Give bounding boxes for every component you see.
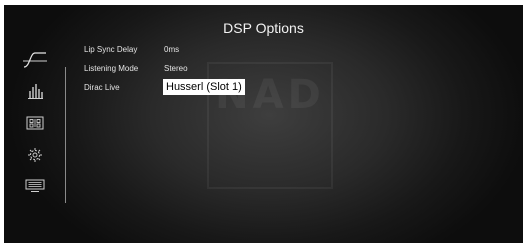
- setting-label: Dirac Live: [84, 83, 120, 92]
- nav-item-wave[interactable]: [22, 50, 48, 70]
- speaker-grid-icon: [26, 116, 44, 130]
- gear-icon: [28, 148, 42, 162]
- setting-label: Lip Sync Delay: [84, 45, 138, 54]
- sidebar: [4, 5, 74, 243]
- page-title: DSP Options: [223, 20, 304, 36]
- display-icon: [25, 179, 45, 192]
- nav-item-speakers[interactable]: [22, 113, 48, 133]
- nav-item-equalizer[interactable]: [22, 81, 48, 101]
- setting-value-selected[interactable]: Husserl (Slot 1): [163, 79, 245, 95]
- dsp-options-screen: NAD DSP Options Lip Sync Delay 0ms Liste…: [4, 5, 523, 243]
- equalizer-icon: [28, 84, 43, 99]
- setting-row-dirac-live[interactable]: Dirac Live Husserl (Slot 1): [84, 79, 384, 95]
- sidebar-divider: [65, 67, 66, 203]
- setting-value: Stereo: [164, 64, 188, 73]
- setting-value: 0ms: [164, 45, 180, 54]
- nav-item-display[interactable]: [22, 176, 48, 196]
- setting-row-lip-sync-delay[interactable]: Lip Sync Delay 0ms: [84, 43, 384, 57]
- setting-label: Listening Mode: [84, 64, 139, 73]
- wave-icon: [23, 52, 47, 68]
- nav-item-settings[interactable]: [22, 145, 48, 165]
- setting-row-listening-mode[interactable]: Listening Mode Stereo: [84, 62, 384, 76]
